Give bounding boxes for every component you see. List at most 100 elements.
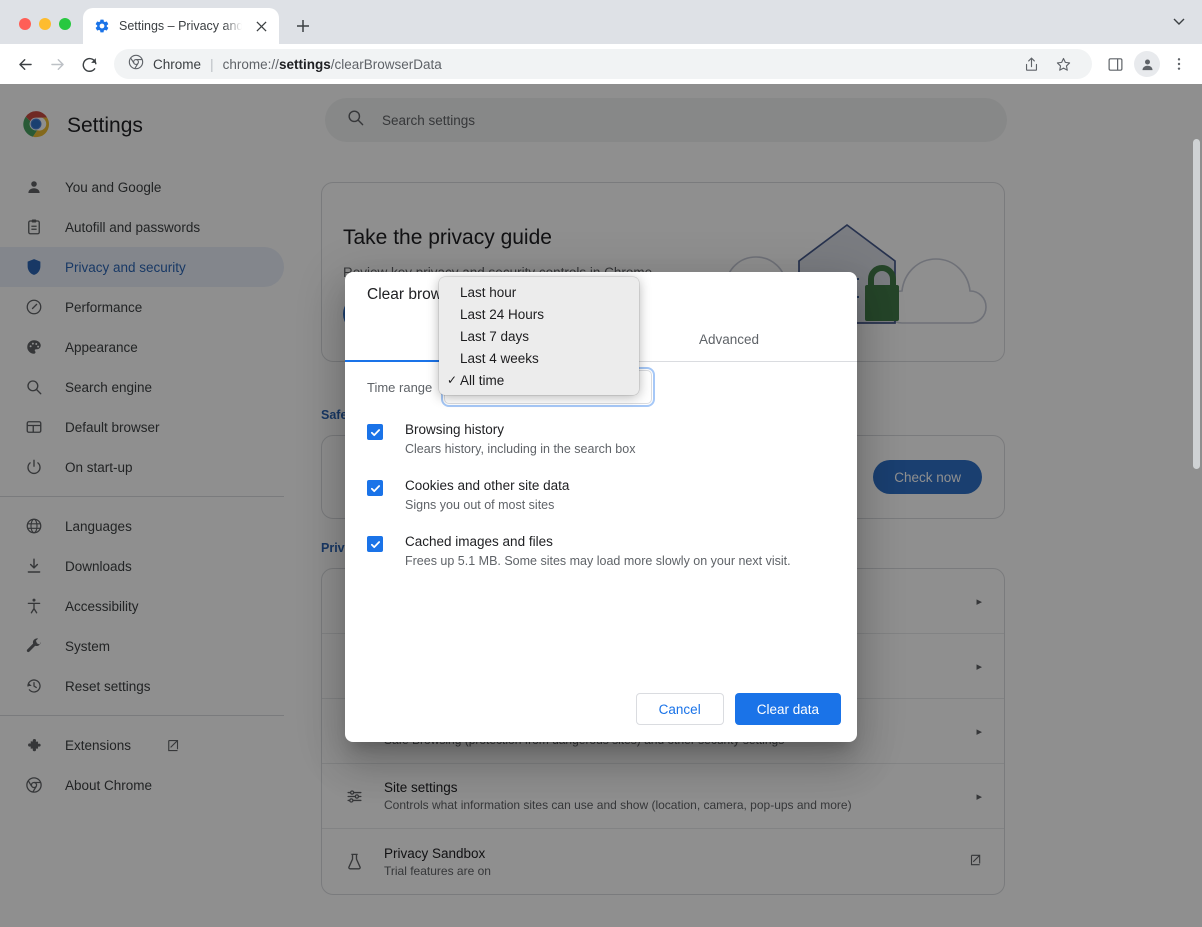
sidebar-item-label: You and Google: [65, 179, 162, 195]
window-controls: [0, 18, 83, 44]
sidebar-item-label: Accessibility: [65, 598, 139, 614]
reload-button[interactable]: [74, 49, 104, 79]
dropdown-item-last-4-weeks[interactable]: Last 4 weeks: [439, 347, 639, 369]
omnibox-separator: |: [210, 56, 214, 72]
chevron-right-icon: ▸: [976, 725, 982, 738]
option-label: Browsing history: [405, 422, 505, 437]
dropdown-item-last-24-hours[interactable]: Last 24 Hours: [439, 303, 639, 325]
person-icon: [24, 177, 44, 197]
sidebar-item-performance[interactable]: Performance: [0, 287, 284, 327]
option-label: Cookies and other site data: [405, 478, 570, 493]
tab-search-button[interactable]: [1172, 14, 1202, 44]
history-restore-icon: [24, 676, 44, 696]
cancel-button[interactable]: Cancel: [635, 693, 724, 725]
settings-title: Settings: [67, 114, 143, 137]
page-scrollbar[interactable]: [1193, 139, 1200, 469]
power-icon: [24, 457, 44, 477]
sidebar-item-default-browser[interactable]: Default browser: [0, 407, 284, 447]
time-range-label: Time range: [367, 379, 433, 395]
sidebar-item-accessibility[interactable]: Accessibility: [0, 586, 284, 626]
new-tab-button[interactable]: [289, 12, 317, 40]
sidebar-item-label: Languages: [65, 518, 132, 534]
dropdown-item-all-time[interactable]: ✓ All time: [439, 369, 639, 391]
clear-data-button[interactable]: Clear data: [734, 693, 841, 725]
row-description: Controls what information sites can use …: [384, 798, 852, 812]
privacy-guide-title: Take the privacy guide: [343, 226, 552, 249]
sidebar-item-autofill-and-passwords[interactable]: Autofill and passwords: [0, 207, 284, 247]
sidebar-item-on-start-up[interactable]: On start-up: [0, 447, 284, 487]
dropdown-item-last-hour[interactable]: Last hour: [439, 281, 639, 303]
sidebar-item-search-engine[interactable]: Search engine: [0, 367, 284, 407]
palette-icon: [24, 337, 44, 357]
settings-sidebar: Settings You and Google Autofill and pas…: [0, 84, 300, 927]
settings-gear-icon: [94, 18, 110, 34]
sidebar-item-label: Default browser: [65, 419, 160, 435]
option-cookies-and-site-data[interactable]: Cookies and other site data Signs you ou…: [367, 478, 837, 512]
option-cached-images-and-files[interactable]: Cached images and files Frees up 5.1 MB.…: [367, 534, 837, 568]
forward-button[interactable]: [42, 49, 72, 79]
browser-window: Settings – Privacy and security Chrome: [0, 0, 1202, 927]
back-button[interactable]: [10, 49, 40, 79]
sidebar-item-label: About Chrome: [65, 777, 153, 793]
row-description: Trial features are on: [384, 863, 491, 878]
search-icon: [346, 108, 365, 132]
chrome-icon: [24, 775, 44, 795]
sidebar-item-label: Privacy and security: [65, 259, 186, 275]
option-browsing-history[interactable]: Browsing history Clears history, includi…: [367, 422, 837, 456]
option-label: Cached images and files: [405, 534, 553, 549]
tab-advanced[interactable]: Advanced: [601, 318, 857, 361]
option-text: Cached images and files Frees up 5.1 MB.…: [405, 534, 791, 568]
sidebar-item-label: Autofill and passwords: [65, 219, 201, 235]
chrome-icon: [128, 54, 144, 75]
maximize-window-button[interactable]: [59, 18, 71, 30]
sidebar-item-languages[interactable]: Languages: [0, 506, 284, 546]
sidebar-item-label: System: [65, 638, 111, 654]
browser-tab[interactable]: Settings – Privacy and security: [83, 8, 279, 44]
sidebar-divider-2: [0, 715, 284, 716]
sidebar-item-label: Downloads: [65, 558, 132, 574]
settings-brand: Settings: [0, 99, 300, 153]
dropdown-item-last-7-days[interactable]: Last 7 days: [439, 325, 639, 347]
search-settings-bar[interactable]: Search settings: [325, 98, 1007, 142]
external-link-icon[interactable]: [165, 738, 180, 753]
table-row[interactable]: Privacy Sandbox Trial features are on: [322, 829, 1004, 894]
url-suffix: /clearBrowserData: [330, 56, 442, 72]
sidebar-nav: You and Google Autofill and passwords Pr…: [0, 167, 300, 805]
row-text: Site settings Controls what information …: [384, 780, 956, 812]
close-icon[interactable]: [251, 16, 271, 36]
site-label: Chrome: [153, 56, 202, 72]
side-panel-icon[interactable]: [1100, 49, 1130, 79]
sidebar-item-label: Extensions: [65, 737, 132, 753]
check-now-button[interactable]: Check now: [873, 460, 982, 494]
tab-strip: Settings – Privacy and security: [0, 0, 1202, 44]
sidebar-item-privacy-and-security[interactable]: Privacy and security: [0, 247, 284, 287]
share-icon[interactable]: [1016, 49, 1046, 79]
table-row[interactable]: Site settings Controls what information …: [322, 764, 1004, 829]
row-text: Privacy Sandbox Trial features are on: [384, 846, 948, 878]
close-window-button[interactable]: [19, 18, 31, 30]
sidebar-item-reset-settings[interactable]: Reset settings: [0, 666, 284, 706]
checkbox-checked[interactable]: [367, 480, 383, 496]
speedometer-icon: [24, 297, 44, 317]
accessibility-icon: [24, 596, 44, 616]
checkbox-checked[interactable]: [367, 424, 383, 440]
data-type-options: Browsing history Clears history, includi…: [367, 422, 837, 590]
sidebar-item-label: Search engine: [65, 379, 153, 395]
sidebar-item-about-chrome[interactable]: About Chrome: [0, 765, 284, 805]
sidebar-item-label: Appearance: [65, 339, 138, 355]
chevron-right-icon: ▸: [976, 790, 982, 803]
sidebar-item-downloads[interactable]: Downloads: [0, 546, 284, 586]
sidebar-item-extensions[interactable]: Extensions: [0, 725, 284, 765]
option-text: Browsing history Clears history, includi…: [405, 422, 635, 456]
address-bar[interactable]: Chrome | chrome://settings/clearBrowserD…: [114, 49, 1092, 79]
sidebar-item-appearance[interactable]: Appearance: [0, 327, 284, 367]
wrench-icon: [24, 636, 44, 656]
bookmark-star-icon[interactable]: [1048, 49, 1078, 79]
sidebar-item-you-and-google[interactable]: You and Google: [0, 167, 284, 207]
profile-avatar[interactable]: [1132, 49, 1162, 79]
sidebar-item-system[interactable]: System: [0, 626, 284, 666]
three-dot-menu-icon[interactable]: [1164, 49, 1194, 79]
checkbox-checked[interactable]: [367, 536, 383, 552]
minimize-window-button[interactable]: [39, 18, 51, 30]
magnifier-icon: [24, 377, 44, 397]
